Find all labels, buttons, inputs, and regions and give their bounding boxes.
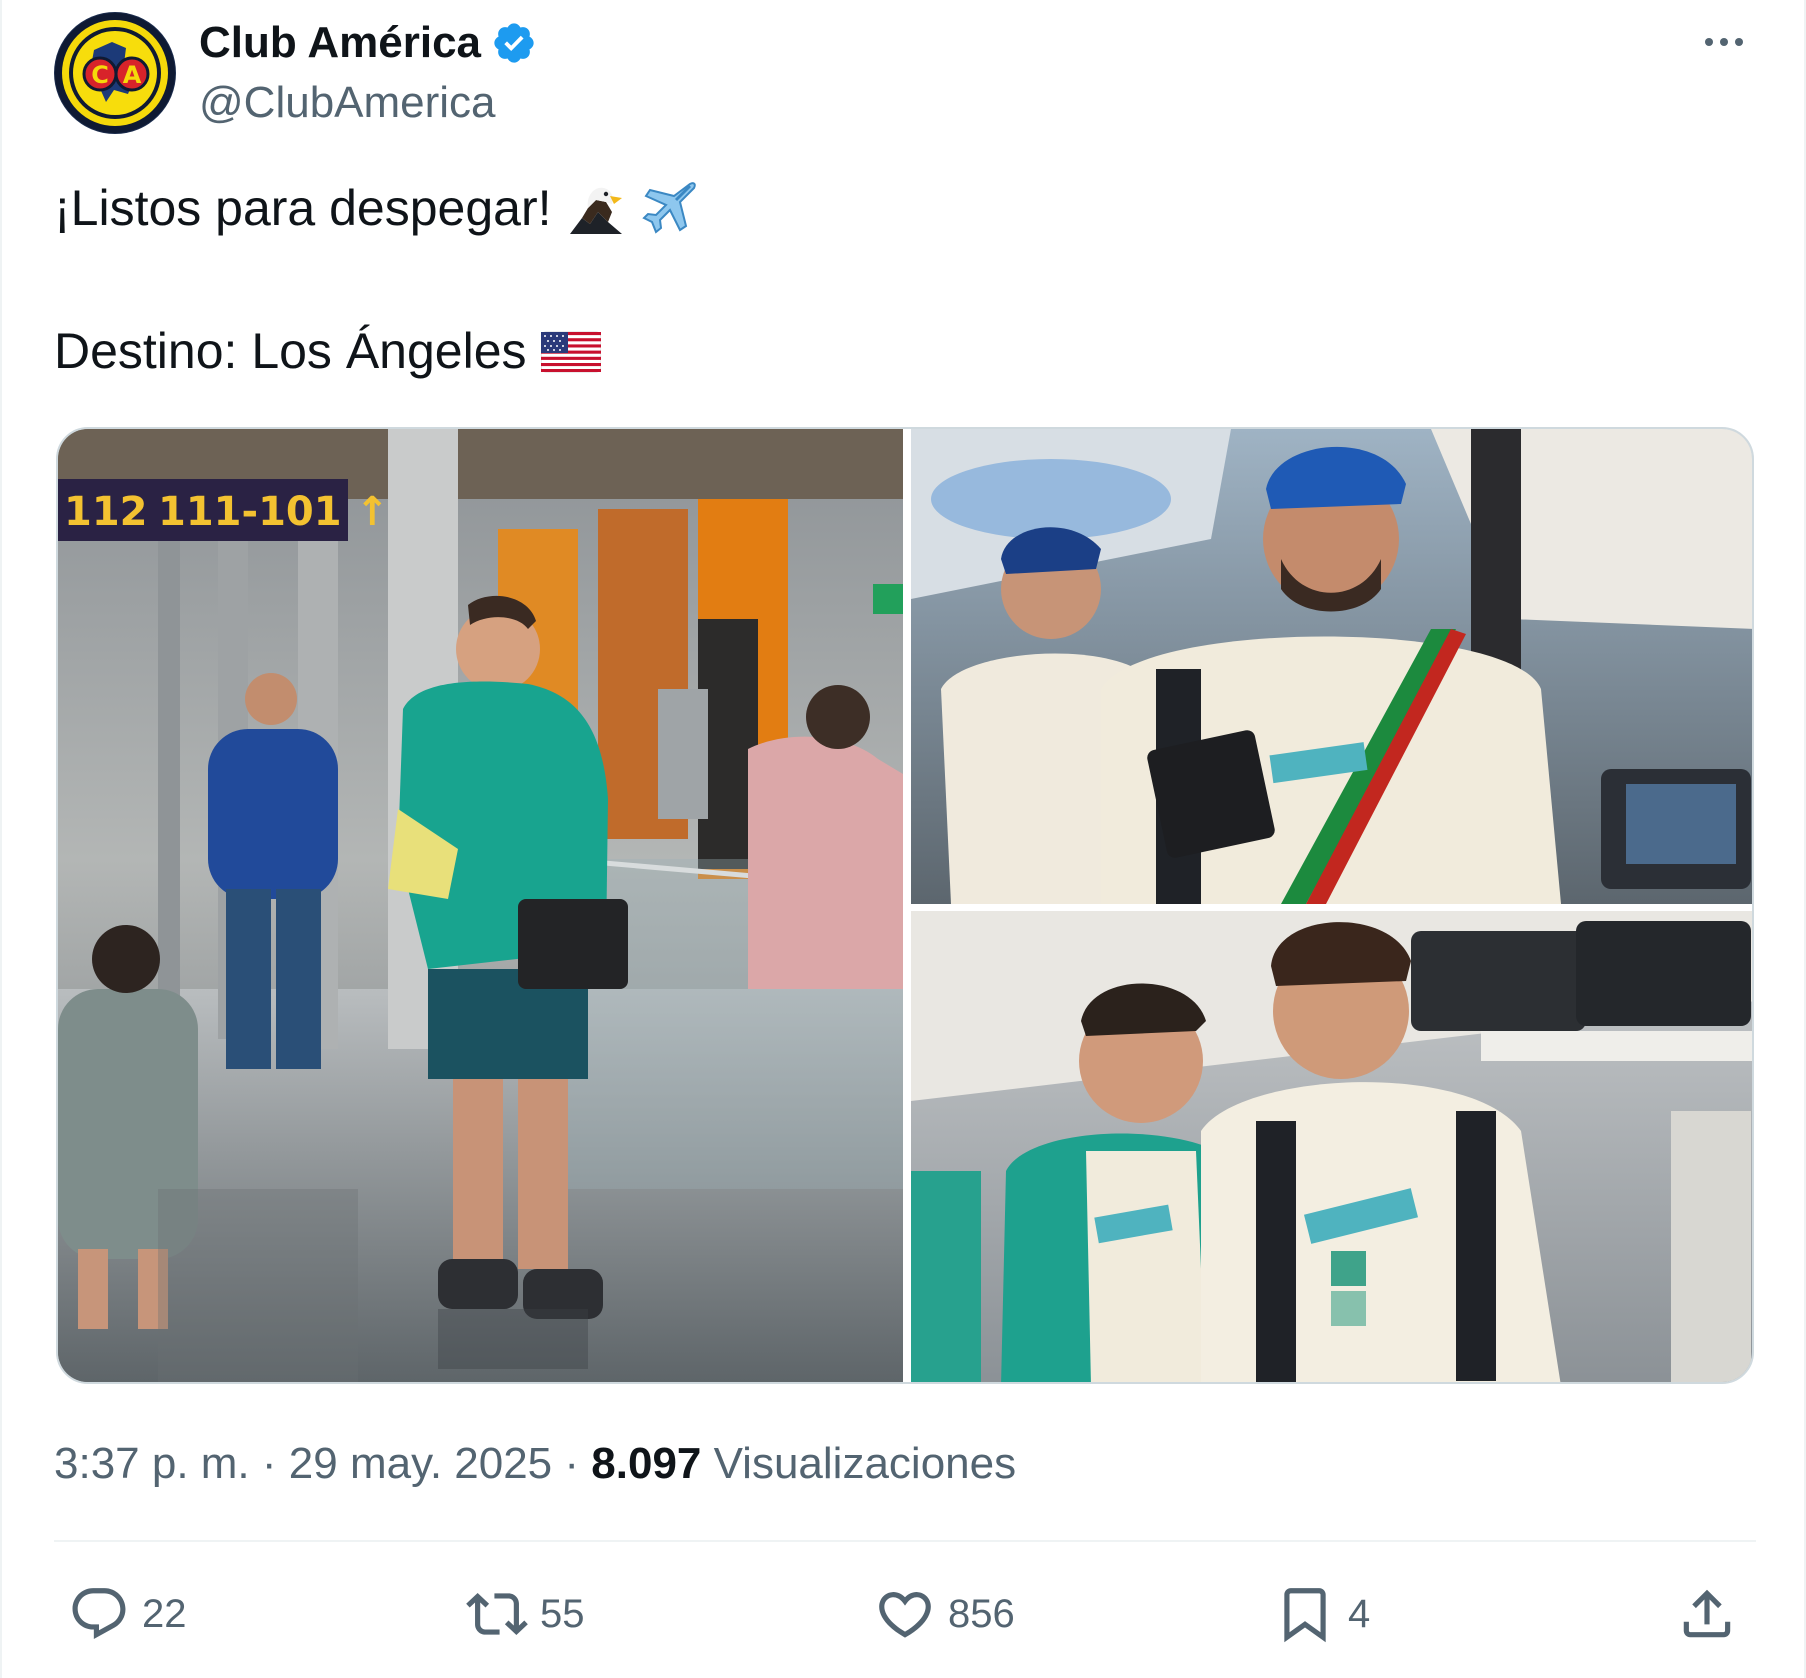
- more-options-button[interactable]: [1694, 18, 1754, 66]
- author-handle[interactable]: @ClubAmerica: [199, 76, 496, 130]
- tweet-text: ¡Listos para despegar! Destino: Los Ánge…: [54, 178, 700, 381]
- more-dot-icon: [1735, 38, 1743, 46]
- verified-badge-icon[interactable]: [491, 20, 537, 66]
- author-name-row: Club América: [199, 16, 537, 70]
- more-dot-icon: [1720, 38, 1728, 46]
- airplane-emoji-icon: [640, 178, 700, 238]
- reply-button[interactable]: 22: [68, 1578, 187, 1650]
- us-flag-emoji-icon: [540, 321, 601, 381]
- views-label: Visualizaciones: [713, 1439, 1017, 1488]
- reply-count: 22: [142, 1591, 187, 1636]
- bookmark-count: 4: [1348, 1591, 1371, 1636]
- tweet-date[interactable]: 29 may. 2025: [289, 1439, 552, 1488]
- views-count: 8.097: [591, 1439, 702, 1488]
- meta-separator: ·: [261, 1439, 277, 1488]
- svg-text:112: 112: [64, 489, 148, 535]
- svg-text:A: A: [123, 61, 142, 89]
- eagle-emoji-icon: [566, 178, 626, 238]
- like-count: 856: [948, 1591, 1015, 1636]
- svg-text:111-101 ↑: 111-101 ↑: [158, 489, 389, 535]
- retweet-button[interactable]: 55: [466, 1578, 585, 1650]
- bookmark-icon: [1284, 1588, 1326, 1643]
- tweet-time[interactable]: 3:37 p. m.: [54, 1439, 250, 1488]
- share-icon: [1683, 1589, 1731, 1638]
- heart-icon: [879, 1592, 931, 1638]
- retweet-count: 55: [540, 1591, 585, 1636]
- svg-text:C: C: [91, 61, 109, 89]
- share-button[interactable]: [1676, 1578, 1738, 1650]
- avatar[interactable]: C A: [54, 12, 176, 134]
- airplane-cabin-photo-1[interactable]: [911, 429, 1752, 904]
- airport-terminal-photo[interactable]: 112 111-101 ↑: [58, 429, 903, 1382]
- airplane-cabin-photo-2[interactable]: [911, 911, 1752, 1382]
- like-button[interactable]: 856: [874, 1578, 1015, 1650]
- display-name[interactable]: Club América: [199, 16, 481, 70]
- tweet-line-2: Destino: Los Ángeles: [54, 321, 700, 381]
- retweet-icon: [466, 1593, 528, 1635]
- more-dot-icon: [1705, 38, 1713, 46]
- meta-separator: ·: [564, 1439, 580, 1488]
- bookmark-button[interactable]: 4: [1274, 1578, 1370, 1650]
- reply-icon: [72, 1588, 126, 1640]
- club-america-crest-icon: C A: [55, 13, 175, 133]
- tweet-line-1-text: ¡Listos para despegar!: [54, 180, 552, 236]
- tweet-meta: 3:37 p. m. · 29 may. 2025 · 8.097 Visual…: [54, 1436, 1016, 1492]
- action-bar: 22 55 856 4: [2, 1578, 1806, 1650]
- divider: [54, 1540, 1756, 1542]
- tweet-line-1: ¡Listos para despegar!: [54, 178, 700, 238]
- media-grid: 112 111-101 ↑: [56, 427, 1754, 1384]
- tweet-card: C A Club América @ClubAmerica ¡Listos pa…: [0, 0, 1806, 1678]
- tweet-line-2-text: Destino: Los Ángeles: [54, 323, 527, 379]
